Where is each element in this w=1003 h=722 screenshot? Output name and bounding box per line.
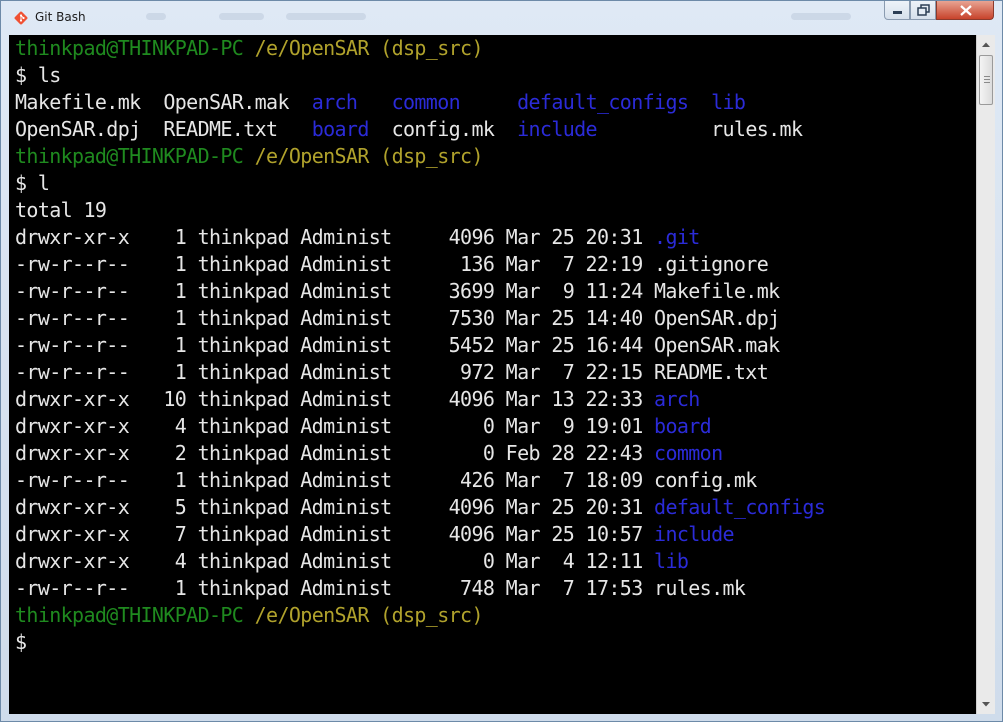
terminal-text: drwxr-xr-x 10 thinkpad Administ 4096 Mar… <box>15 387 655 411</box>
directory-name: board <box>654 414 712 438</box>
terminal-line: drwxr-xr-x 7 thinkpad Administ 4096 Mar … <box>15 521 825 548</box>
terminal-line: -rw-r--r-- 1 thinkpad Administ 136 Mar 7… <box>15 251 825 278</box>
terminal-text: -rw-r--r-- 1 thinkpad Administ 7530 Mar … <box>15 306 780 330</box>
terminal-text: -rw-r--r-- 1 thinkpad Administ 3699 Mar … <box>15 279 780 303</box>
directory-name: include <box>517 117 598 141</box>
terminal-line: drwxr-xr-x 4 thinkpad Administ 0 Mar 4 1… <box>15 548 825 575</box>
terminal-text: OpenSAR.dpj README.txt <box>15 117 312 141</box>
title-bar[interactable]: Git Bash <box>1 1 1002 35</box>
minimize-icon <box>893 11 902 14</box>
directory-name: lib <box>654 549 689 573</box>
terminal-text: -rw-r--r-- 1 thinkpad Administ 972 Mar 7… <box>15 360 769 384</box>
terminal-line: thinkpad@THINKPAD-PC /e/OpenSAR (dsp_src… <box>15 143 825 170</box>
terminal-line: thinkpad@THINKPAD-PC /e/OpenSAR (dsp_src… <box>15 35 825 62</box>
terminal-line: thinkpad@THINKPAD-PC /e/OpenSAR (dsp_src… <box>15 602 825 629</box>
prompt-user: thinkpad@THINKPAD-PC <box>15 36 255 60</box>
blurred-title-region <box>791 13 851 20</box>
terminal-line: -rw-r--r-- 1 thinkpad Administ 426 Mar 7… <box>15 467 825 494</box>
prompt-path: /e/OpenSAR (dsp_src) <box>254 144 484 168</box>
prompt-path: /e/OpenSAR (dsp_src) <box>254 36 484 60</box>
terminal-area[interactable]: thinkpad@THINKPAD-PC /e/OpenSAR (dsp_src… <box>9 35 976 714</box>
terminal-line: -rw-r--r-- 1 thinkpad Administ 972 Mar 7… <box>15 359 825 386</box>
terminal-text: Makefile.mk OpenSAR.mak <box>15 90 312 114</box>
terminal-text: -rw-r--r-- 1 thinkpad Administ 748 Mar 7… <box>15 576 746 600</box>
terminal-line: drwxr-xr-x 4 thinkpad Administ 0 Mar 9 1… <box>15 413 825 440</box>
terminal-text: drwxr-xr-x 2 thinkpad Administ 0 Feb 28 … <box>15 441 655 465</box>
terminal-line: Makefile.mk OpenSAR.mak arch common defa… <box>15 89 825 116</box>
terminal-text: drwxr-xr-x 4 thinkpad Administ 0 Mar 4 1… <box>15 549 655 573</box>
terminal-text: rules.mk <box>596 117 803 141</box>
window-title: Git Bash <box>35 10 86 24</box>
terminal-line: -rw-r--r-- 1 thinkpad Administ 748 Mar 7… <box>15 575 825 602</box>
terminal-text: drwxr-xr-x 1 thinkpad Administ 4096 Mar … <box>15 225 655 249</box>
directory-name: default_configs <box>654 495 826 519</box>
terminal-line: drwxr-xr-x 5 thinkpad Administ 4096 Mar … <box>15 494 826 521</box>
blurred-title-region <box>146 13 166 20</box>
terminal-line: OpenSAR.dpj README.txt board config.mk i… <box>15 116 825 143</box>
terminal-line: -rw-r--r-- 1 thinkpad Administ 5452 Mar … <box>15 332 825 359</box>
terminal-line: drwxr-xr-x 2 thinkpad Administ 0 Feb 28 … <box>15 440 825 467</box>
prompt-path: /e/OpenSAR (dsp_src) <box>254 603 484 627</box>
directory-name: board <box>311 117 370 141</box>
directory-name: arch <box>654 387 700 411</box>
directory-name: default_configs <box>517 90 689 114</box>
terminal-text: total 19 <box>15 198 107 222</box>
directory-name: include <box>654 522 735 546</box>
terminal-line: -rw-r--r-- 1 thinkpad Administ 7530 Mar … <box>15 305 825 332</box>
scroll-up-icon[interactable] <box>977 36 995 54</box>
git-diamond-icon <box>14 11 28 25</box>
scroll-down-icon[interactable] <box>977 695 995 713</box>
terminal-text: drwxr-xr-x 5 thinkpad Administ 4096 Mar … <box>15 495 655 519</box>
git-bash-window: Git Bash thinkpad@THINKPAD-PC /e/OpenSAR… <box>0 0 1003 722</box>
directory-name: common <box>391 90 461 114</box>
minimize-button[interactable] <box>884 1 910 20</box>
terminal-text: $ <box>15 630 27 654</box>
close-icon <box>960 5 972 16</box>
close-button[interactable] <box>936 1 994 20</box>
terminal-line: $ ls <box>15 62 825 89</box>
prompt-user: thinkpad@THINKPAD-PC <box>15 603 255 627</box>
terminal-text: $ l <box>15 171 50 195</box>
terminal-line: drwxr-xr-x 10 thinkpad Administ 4096 Mar… <box>15 386 825 413</box>
terminal-text: -rw-r--r-- 1 thinkpad Administ 426 Mar 7… <box>15 468 757 492</box>
blurred-title-region <box>219 13 264 20</box>
vertical-scrollbar[interactable] <box>976 35 995 714</box>
directory-name: .git <box>654 225 700 249</box>
maximize-button[interactable] <box>910 1 936 20</box>
prompt-user: thinkpad@THINKPAD-PC <box>15 144 255 168</box>
blurred-title-region <box>286 13 366 20</box>
terminal-text: drwxr-xr-x 4 thinkpad Administ 0 Mar 9 1… <box>15 414 655 438</box>
terminal-line: drwxr-xr-x 1 thinkpad Administ 4096 Mar … <box>15 224 825 251</box>
terminal-line: total 19 <box>15 197 825 224</box>
scrollbar-thumb[interactable] <box>979 55 993 105</box>
terminal-text: config.mk <box>368 117 518 141</box>
terminal-text: $ ls <box>15 63 61 87</box>
directory-name: lib <box>711 90 746 114</box>
terminal-line: $ <box>15 629 825 656</box>
terminal-text: drwxr-xr-x 7 thinkpad Administ 4096 Mar … <box>15 522 655 546</box>
terminal-text: -rw-r--r-- 1 thinkpad Administ 5452 Mar … <box>15 333 780 357</box>
terminal-output: thinkpad@THINKPAD-PC /e/OpenSAR (dsp_src… <box>15 35 826 656</box>
terminal-line: $ l <box>15 170 825 197</box>
directory-name: common <box>654 441 723 465</box>
terminal-line: -rw-r--r-- 1 thinkpad Administ 3699 Mar … <box>15 278 825 305</box>
restore-icon <box>917 4 930 16</box>
terminal-text: -rw-r--r-- 1 thinkpad Administ 136 Mar 7… <box>15 252 769 276</box>
directory-name: arch <box>311 90 358 114</box>
